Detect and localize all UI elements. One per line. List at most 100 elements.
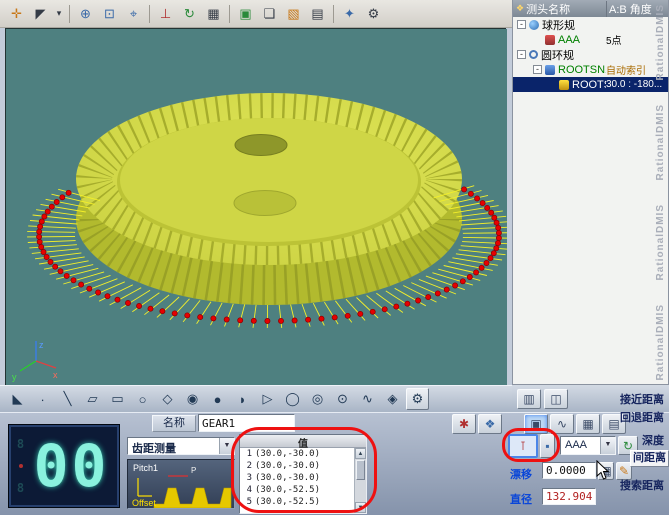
monitor-view-icon: ▣ xyxy=(530,417,541,431)
diameter-input[interactable] xyxy=(542,488,596,505)
probe-sub-button[interactable]: ▪ xyxy=(540,434,555,458)
probe-position-icon: ✱ xyxy=(459,417,469,431)
tree-item-value: 5点 xyxy=(606,32,668,47)
probe-rack-button[interactable]: ▥ xyxy=(517,389,541,409)
chevron-down-icon[interactable]: ▼ xyxy=(219,438,234,454)
collapse-icon[interactable]: - xyxy=(517,50,526,59)
retract-distance-button[interactable]: 回退距离 xyxy=(592,409,664,425)
tree-item-ring-gauge[interactable]: - 圆环规 xyxy=(513,47,668,62)
list-item[interactable]: 5(30.0,-52.5) xyxy=(240,496,354,508)
screen-capture-button[interactable]: ▣ xyxy=(234,3,257,25)
select-feature-button[interactable]: ◣ xyxy=(6,388,29,410)
coordinate-system-icon: ⊥ xyxy=(160,6,171,22)
scrollbar[interactable]: ▲ ▼ xyxy=(354,448,366,513)
3d-scene: z x y xyxy=(6,29,507,386)
search-distance-button[interactable]: 搜索距离 xyxy=(592,477,664,493)
sphere-feature-button[interactable]: ● xyxy=(206,388,229,410)
curve-feature-button[interactable]: ∿ xyxy=(356,388,379,410)
tree-item-rootsn1[interactable]: - ROOTSN1 自动索引 xyxy=(513,62,668,77)
list-item[interactable]: 1(30.0,-30.0) xyxy=(240,448,354,460)
cone-feature-button[interactable]: ▷ xyxy=(256,388,279,410)
toolbar-separator xyxy=(333,5,334,23)
probe-position-button[interactable]: ✱ xyxy=(452,414,476,434)
pan-tool-button[interactable]: ✛ xyxy=(5,3,28,25)
probe-vector-button[interactable]: ❖ xyxy=(478,414,502,434)
diameter-label: 直径 xyxy=(510,491,532,507)
render-mode-icon: ▦ xyxy=(207,6,219,22)
rectangle-feature-button[interactable]: ▭ xyxy=(106,388,129,410)
scroll-down-icon[interactable]: ▼ xyxy=(355,502,366,513)
pan-tool-icon: ✛ xyxy=(11,6,22,22)
plane-feature-button[interactable]: ▱ xyxy=(81,388,104,410)
list-item[interactable]: 2(30.0,-30.0) xyxy=(240,460,354,472)
probe-config-button[interactable]: ⚙ xyxy=(362,3,385,25)
rectangle-feature-icon: ▭ xyxy=(111,391,123,407)
coordinate-system-button[interactable]: ⊥ xyxy=(154,3,177,25)
list-item[interactable]: 4(30.0,-52.5) xyxy=(240,484,354,496)
render-mode-button[interactable]: ▦ xyxy=(202,3,225,25)
scroll-up-icon[interactable]: ▲ xyxy=(355,448,366,459)
probe-tip-icon: ⊺ xyxy=(520,439,526,453)
probe-tool-button[interactable]: ✦ xyxy=(338,3,361,25)
diamond-feature-button[interactable]: ◇ xyxy=(156,388,179,410)
measure-mode-dropdown[interactable]: 齿距测量 ▼ xyxy=(127,437,235,455)
approach-distance-button[interactable]: 接近距离 xyxy=(592,391,664,407)
3d-viewport[interactable]: z x y xyxy=(5,28,506,385)
axis-z-label: z xyxy=(39,340,44,350)
value-list-header: 值 xyxy=(240,435,366,448)
surface-feature-button[interactable]: ◈ xyxy=(381,388,404,410)
scrollbar-thumb[interactable] xyxy=(356,460,365,480)
toolbar-separator xyxy=(69,5,70,23)
select-cursor-icon: ◤ xyxy=(36,6,46,22)
torus-feature-button[interactable]: ◎ xyxy=(306,388,329,410)
pitch-p-label: P xyxy=(191,466,196,475)
fit-view-button[interactable]: ⌖ xyxy=(122,3,145,25)
name-label: 名称 xyxy=(152,415,196,432)
line-feature-button[interactable]: ╲ xyxy=(56,388,79,410)
zoom-window-button[interactable]: ⊡ xyxy=(98,3,121,25)
model-view-button[interactable]: ▧ xyxy=(282,3,305,25)
tree-item-label: ROOTSN1 xyxy=(558,64,606,76)
oval-feature-button[interactable]: ◉ xyxy=(181,388,204,410)
ring-feature-button[interactable]: ⊙ xyxy=(331,388,354,410)
circle-feature-button[interactable]: ○ xyxy=(131,388,154,410)
list-item[interactable]: 3(30.0,-30.0) xyxy=(240,472,354,484)
cursor-menu-button[interactable]: ▾ xyxy=(53,3,65,25)
graph-view-button[interactable]: ∿ xyxy=(550,414,574,434)
print-icon: ❏ xyxy=(264,6,276,22)
probe-header-icon: ❖ xyxy=(516,3,524,14)
collapse-icon[interactable]: - xyxy=(517,20,526,29)
select-cursor-button[interactable]: ◤ xyxy=(29,3,52,25)
rotate-view-icon: ↻ xyxy=(184,6,195,22)
point-feature-button[interactable]: ∙ xyxy=(31,388,54,410)
circle-feature-icon: ○ xyxy=(139,392,147,407)
gear-hole xyxy=(235,135,287,156)
line-feature-icon: ╲ xyxy=(64,391,72,407)
cylinder-feature-button[interactable]: ◯ xyxy=(281,388,304,410)
print-button[interactable]: ❏ xyxy=(258,3,281,25)
led-small-digit: 8 xyxy=(17,481,24,495)
probe-tree-panel: ❖ 测头名称 A:B 角度 - 球形规 AAA 5点 - 圆环规 xyxy=(512,0,669,385)
clipboard-button[interactable]: ▤ xyxy=(306,3,329,25)
sensor-view-button[interactable]: ◫ xyxy=(544,389,568,409)
rotate-view-button[interactable]: ↻ xyxy=(178,3,201,25)
graph-view-icon: ∿ xyxy=(557,417,567,431)
gear-feature-button[interactable]: ⚙ xyxy=(406,388,429,410)
screen-capture-icon: ▣ xyxy=(239,6,251,22)
tree-item-roots-angle[interactable]: ROOTS... 30.0 : -180... xyxy=(513,77,668,92)
tree-item-aaa[interactable]: AAA 5点 xyxy=(513,32,668,47)
drift-input[interactable] xyxy=(542,462,596,479)
depth-button[interactable]: 深度 xyxy=(592,432,664,448)
tree-item-sphere-gauge[interactable]: - 球形规 xyxy=(513,17,668,32)
feature-name-input[interactable] xyxy=(198,414,295,432)
spacing-distance-button[interactable]: 间距离 xyxy=(630,450,669,467)
probe-mode-button[interactable]: ⊺ xyxy=(508,434,538,458)
probe-icon xyxy=(545,35,555,45)
axis-y-label: y xyxy=(12,372,17,382)
zoom-in-button[interactable]: ⊕ xyxy=(74,3,97,25)
collapse-icon[interactable]: - xyxy=(533,65,542,74)
probe-icon xyxy=(559,80,569,90)
toolbar-separator xyxy=(149,5,150,23)
arc-feature-button[interactable]: ◗ xyxy=(231,388,254,410)
monitor-view-button[interactable]: ▣ xyxy=(524,414,548,434)
